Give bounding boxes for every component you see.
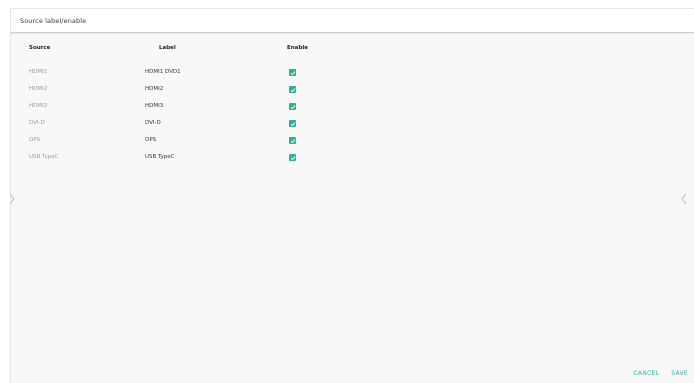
source-label[interactable]: DVI-D (145, 120, 161, 126)
enable-checkbox[interactable] (289, 69, 296, 76)
source-name: HDMI2 (29, 86, 48, 92)
table-row: OPS OPS (11, 135, 694, 152)
enable-checkbox[interactable] (289, 120, 296, 127)
checkmark-icon (290, 70, 295, 75)
dialog-header: Source label/enable (11, 9, 694, 33)
source-name: OPS (29, 137, 41, 143)
column-header-enable: Enable (287, 45, 308, 51)
chevron-right-icon (9, 193, 15, 205)
checkmark-icon (290, 138, 295, 143)
cancel-button[interactable]: CANCEL (627, 370, 665, 377)
checkmark-icon (290, 104, 295, 109)
enable-checkbox[interactable] (289, 86, 296, 93)
table-row: HDMI3 HDMI3 (11, 101, 694, 118)
source-name: HDMI1 (29, 69, 48, 75)
column-header-label: Label (159, 45, 176, 51)
enable-checkbox[interactable] (289, 137, 296, 144)
chevron-left-icon (681, 193, 687, 205)
enable-checkbox[interactable] (289, 103, 296, 110)
table-row: USB TypeC USB TypeC (11, 152, 694, 169)
source-table-body: HDMI1 HDMI1 DVD1 HDMI2 HDMI2 HDMI3 HDMI3 DVI-D… (11, 67, 694, 169)
source-label[interactable]: HDMI2 (145, 86, 163, 92)
table-row: HDMI2 HDMI2 (11, 84, 694, 101)
column-header-source: Source (29, 45, 51, 51)
checkmark-icon (290, 155, 295, 160)
enable-checkbox[interactable] (289, 154, 296, 161)
dialog-footer: CANCEL SAVE (627, 363, 694, 383)
source-label[interactable]: HDMI1 DVD1 (145, 69, 181, 75)
dialog-title: Source label/enable (20, 16, 87, 25)
source-label[interactable]: HDMI3 (145, 103, 163, 109)
source-name: DVI-D (29, 120, 45, 126)
source-label[interactable]: OPS (145, 137, 156, 143)
source-name: USB TypeC (29, 154, 59, 160)
source-label-dialog: Source label/enable Source Label Enable … (10, 8, 694, 383)
source-name: HDMI3 (29, 103, 48, 109)
checkmark-icon (290, 121, 295, 126)
previous-page-arrow[interactable] (8, 190, 16, 205)
table-row: HDMI1 HDMI1 DVD1 (11, 67, 694, 84)
checkmark-icon (290, 87, 295, 92)
table-row: DVI-D DVI-D (11, 118, 694, 135)
table-header-row: Source Label Enable (11, 45, 694, 55)
save-button[interactable]: SAVE (665, 370, 694, 377)
source-label[interactable]: USB TypeC (145, 154, 175, 160)
next-page-arrow[interactable] (680, 190, 688, 205)
